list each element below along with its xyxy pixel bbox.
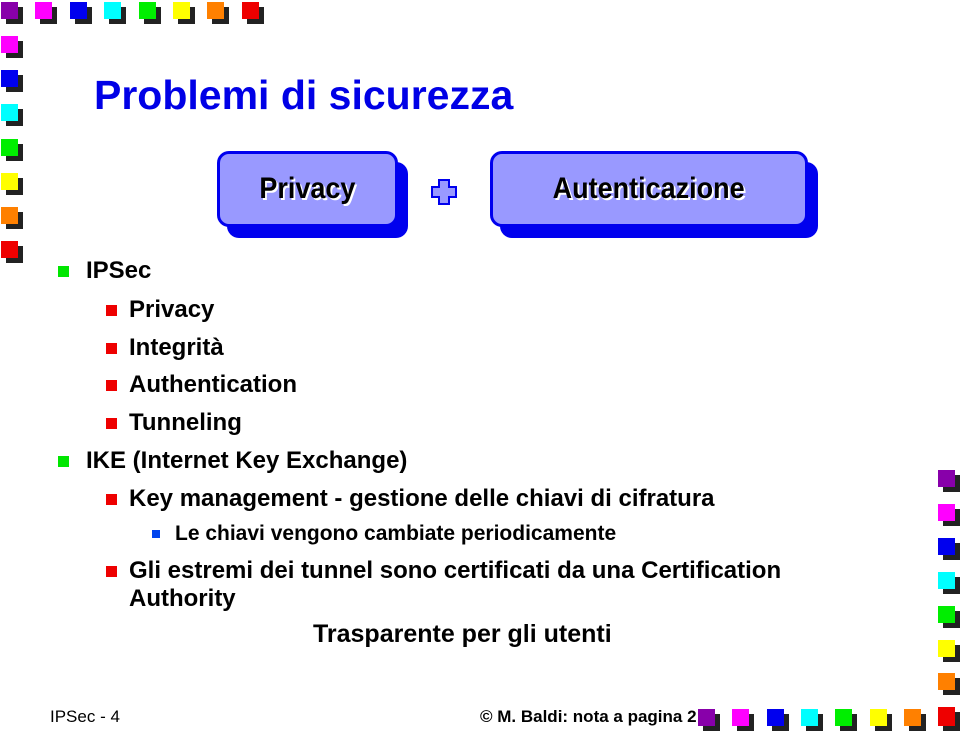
decor-square [938, 503, 960, 526]
box-face: Autenticazione [490, 151, 808, 227]
decor-square [1, 207, 23, 229]
decor-square [698, 709, 720, 731]
bullet-square-green [58, 266, 69, 277]
bullet-square-blue [152, 530, 160, 538]
bullet-square-green [58, 456, 69, 467]
decor-square [69, 2, 92, 24]
decor-square [1, 241, 23, 264]
bullet-item: IPSec [86, 257, 152, 284]
autenticazione-box-label: Autenticazione [552, 172, 746, 205]
decor-square [869, 709, 892, 731]
decor-square [207, 2, 230, 24]
bullet-item: IKE (Internet Key Exchange) [86, 447, 408, 474]
footer-copyright: © M. Baldi: nota a pagina 2 [480, 707, 697, 726]
decor-square [938, 639, 960, 662]
decor-square [1, 172, 23, 195]
decor-square [1, 70, 23, 93]
decor-square [35, 2, 58, 24]
decor-square [241, 2, 264, 24]
decor-square [938, 673, 960, 696]
decor-square [1, 36, 23, 58]
bullet-square-red [106, 418, 117, 429]
decor-square [938, 537, 960, 560]
privacy-box: Privacy [217, 151, 408, 238]
bullet-square-red [106, 343, 117, 354]
decor-square [938, 605, 960, 628]
decor-square [173, 2, 195, 24]
bullet-item: Gli estremi dei tunnel sono certificati … [129, 557, 782, 584]
bullet-item-continuation: Authority [129, 585, 236, 612]
bullet-square-red [106, 566, 117, 577]
bullet-square-red [106, 380, 117, 391]
decor-square [903, 709, 926, 731]
bullet-item: Integrità [129, 334, 224, 361]
decor-square [938, 709, 960, 731]
note-text: Trasparente per gli utenti [313, 620, 612, 648]
footer-slide-number: IPSec - 4 [50, 707, 120, 726]
decor-square [732, 709, 755, 731]
decor-square [938, 571, 960, 594]
decor-square [1, 104, 23, 127]
bullet-item: Privacy [129, 296, 215, 323]
decor-square [1, 138, 23, 161]
decor-square [1, 2, 23, 24]
autenticazione-box: Autenticazione [490, 151, 818, 238]
decor-square [835, 709, 858, 731]
decor-square [938, 470, 960, 492]
bullet-item: Key management - gestione delle chiavi d… [129, 485, 715, 512]
bullet-square-red [106, 305, 117, 316]
slide-title: Problemi di sicurezza [94, 72, 514, 118]
plus-icon [431, 179, 457, 205]
bullet-item: Authentication [129, 371, 297, 398]
bullet-item: Le chiavi vengono cambiate periodicament… [175, 522, 617, 545]
bullet-item: Tunneling [129, 409, 242, 436]
decor-square [104, 2, 127, 24]
decor-square [800, 709, 823, 731]
bullet-square-red [106, 494, 117, 505]
decor-square [138, 2, 161, 24]
box-face: Privacy [217, 151, 398, 227]
decor-square [766, 709, 789, 731]
privacy-box-label: Privacy [259, 172, 356, 205]
